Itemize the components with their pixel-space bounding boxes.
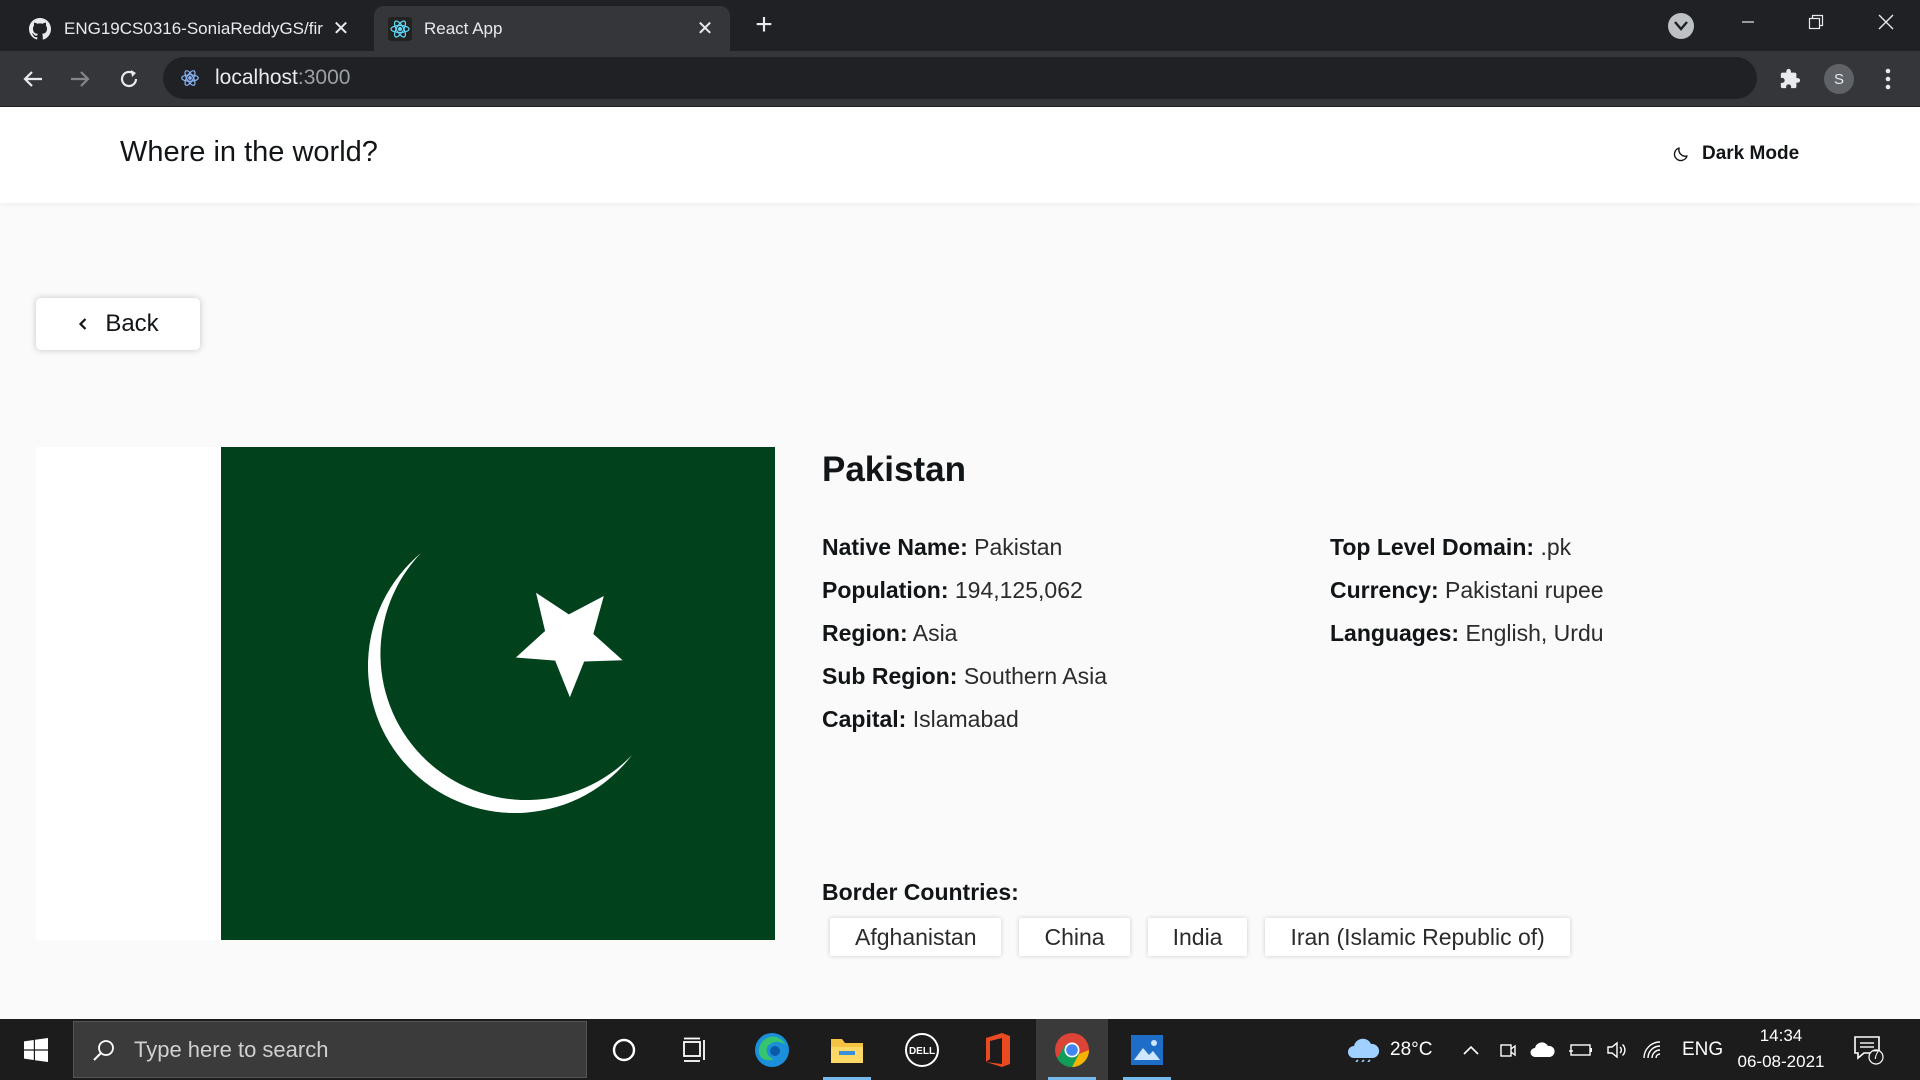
volume-icon[interactable] — [1606, 1019, 1628, 1080]
windows-start-icon[interactable] — [0, 1019, 72, 1080]
browser-menu-icon[interactable] — [1870, 61, 1906, 97]
clock-date: 06-08-2021 — [1737, 1052, 1825, 1071]
notification-center-icon[interactable]: 7 — [1852, 1033, 1884, 1065]
detail-label: Currency: — [1330, 577, 1439, 603]
border-countries-label: Border Countries: — [822, 879, 1019, 905]
detail-capital: Capital: Islamabad — [822, 698, 1107, 741]
detail-label: Capital: — [822, 706, 907, 732]
country-flag — [36, 447, 775, 940]
taskbar-search-box[interactable]: Type here to search — [73, 1021, 587, 1078]
cortana-icon[interactable] — [588, 1019, 660, 1080]
detail-sub-region: Sub Region: Southern Asia — [822, 655, 1107, 698]
border-country-button[interactable]: Iran (Islamic Republic of) — [1265, 918, 1570, 956]
url-host: localhost — [215, 66, 298, 89]
url-text: localhost:3000 — [215, 66, 350, 90]
detail-label: Native Name: — [822, 534, 968, 560]
windows-taskbar: Type here to search DELL 28°C ENG 14:34 … — [0, 1019, 1920, 1080]
site-info-icon[interactable] — [179, 67, 201, 89]
border-country-button[interactable]: India — [1147, 918, 1248, 956]
battery-icon[interactable] — [1568, 1019, 1594, 1080]
detail-value: Southern Asia — [963, 663, 1108, 689]
dark-mode-label: Dark Mode — [1702, 143, 1800, 164]
detail-value: 194,125,062 — [954, 577, 1083, 603]
moon-icon — [1672, 145, 1690, 163]
detail-languages: Languages: English, Urdu — [1330, 612, 1604, 655]
search-placeholder: Type here to search — [134, 1036, 329, 1062]
search-icon — [92, 1038, 116, 1062]
detail-top-level-domain: Top Level Domain: .pk — [1330, 526, 1604, 569]
restore-icon[interactable] — [1782, 0, 1850, 44]
tab-title: ENG19CS0316-SoniaReddyGS/fir — [64, 18, 323, 38]
weather-widget[interactable]: 28°C — [1346, 1019, 1432, 1080]
detail-population: Population: 194,125,062 — [822, 569, 1107, 612]
edge-browser-icon[interactable] — [736, 1019, 808, 1080]
show-hidden-icons-icon[interactable] — [1462, 1019, 1480, 1080]
file-explorer-icon[interactable] — [811, 1019, 883, 1080]
close-tab-icon[interactable]: ✕ — [694, 18, 716, 40]
detail-label: Region: — [822, 620, 908, 646]
system-clock[interactable]: 14:34 06-08-2021 — [1730, 1023, 1832, 1075]
page-viewport: Where in the world? Dark Mode Back Pakis… — [0, 107, 1920, 1019]
clock-time: 14:34 — [1759, 1026, 1803, 1045]
detail-native-name: Native Name: Pakistan — [822, 526, 1107, 569]
detail-value: Pakistan — [974, 534, 1063, 560]
photos-icon[interactable] — [1111, 1019, 1183, 1080]
detail-currency: Currency: Pakistani rupee — [1330, 569, 1604, 612]
office-icon[interactable] — [961, 1019, 1033, 1080]
new-tab-button[interactable]: + — [748, 10, 780, 42]
profile-avatar[interactable]: S — [1824, 64, 1854, 94]
detail-label: Languages: — [1330, 620, 1460, 646]
tab-title: React App — [424, 18, 503, 38]
wifi-icon[interactable] — [1642, 1019, 1664, 1080]
temperature: 28°C — [1390, 1038, 1433, 1060]
browser-titlebar: ENG19CS0316-SoniaReddyGS/fir ✕ React App… — [0, 0, 1920, 51]
detail-region: Region: Asia — [822, 612, 1107, 655]
github-icon — [28, 17, 52, 41]
tab-search-icon[interactable] — [1668, 13, 1694, 39]
close-tab-icon[interactable]: ✕ — [330, 18, 352, 40]
back-arrow-icon[interactable] — [15, 61, 51, 97]
back-button[interactable]: Back — [36, 298, 200, 350]
forward-arrow-icon[interactable] — [62, 61, 98, 97]
extensions-icon[interactable] — [1772, 61, 1808, 97]
notification-count: 7 — [1872, 1048, 1880, 1062]
chrome-icon[interactable] — [1036, 1019, 1108, 1080]
app-title[interactable]: Where in the world? — [120, 136, 378, 169]
detail-value: Islamabad — [912, 706, 1019, 732]
border-countries-list: Afghanistan China India Iran (Islamic Re… — [830, 918, 1588, 956]
country-name: Pakistan — [822, 450, 966, 489]
browser-toolbar: localhost:3000 S — [0, 51, 1920, 107]
detail-label: Population: — [822, 577, 949, 603]
tab-github[interactable]: ENG19CS0316-SoniaReddyGS/fir ✕ — [14, 6, 366, 51]
dell-icon[interactable]: DELL — [886, 1019, 958, 1080]
detail-label: Top Level Domain: — [1330, 534, 1535, 560]
onedrive-icon[interactable] — [1530, 1019, 1556, 1080]
react-icon — [388, 16, 412, 41]
chevron-left-icon — [77, 316, 89, 332]
tab-react-app[interactable]: React App ✕ — [374, 6, 730, 51]
detail-value: .pk — [1540, 534, 1572, 560]
cloud-icon — [1346, 1038, 1380, 1062]
input-language[interactable]: ENG — [1682, 1019, 1723, 1080]
svg-text:DELL: DELL — [909, 1046, 935, 1057]
detail-value: Pakistani rupee — [1445, 577, 1604, 603]
app-header: Where in the world? Dark Mode — [0, 107, 1920, 203]
back-button-label: Back — [105, 310, 159, 337]
dark-mode-toggle[interactable]: Dark Mode — [1672, 143, 1799, 165]
url-port: :3000 — [297, 66, 351, 89]
border-country-button[interactable]: China — [1019, 918, 1130, 956]
task-view-icon[interactable] — [660, 1019, 732, 1080]
border-country-button[interactable]: Afghanistan — [830, 918, 1002, 956]
minimize-icon[interactable] — [1714, 0, 1782, 44]
pakistan-flag-image — [221, 447, 775, 940]
country-details-secondary: Top Level Domain: .pk Currency: Pakistan… — [1330, 526, 1604, 655]
meet-now-icon[interactable] — [1498, 1019, 1518, 1080]
address-bar[interactable]: localhost:3000 — [163, 57, 1757, 99]
detail-value: English, Urdu — [1465, 620, 1604, 646]
detail-label: Sub Region: — [822, 663, 958, 689]
reload-icon[interactable] — [111, 61, 147, 97]
close-window-icon[interactable] — [1852, 0, 1920, 44]
detail-value: Asia — [912, 620, 958, 646]
country-details-primary: Native Name: Pakistan Population: 194,12… — [822, 526, 1107, 741]
